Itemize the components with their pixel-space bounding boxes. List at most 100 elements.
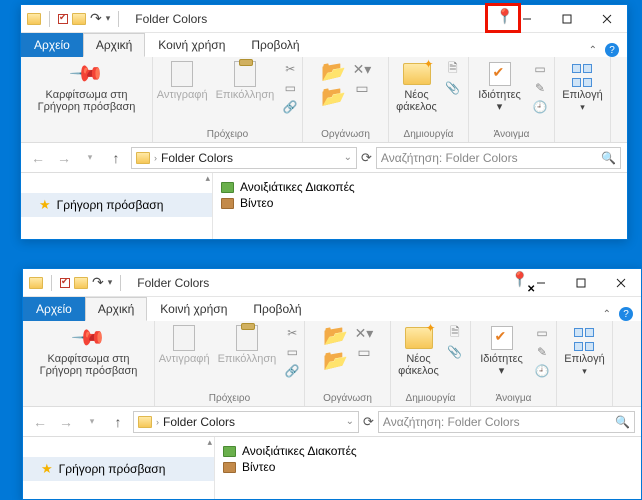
back-button[interactable]: ← — [29, 411, 51, 433]
copy-button[interactable]: Αντιγραφή — [157, 61, 208, 101]
file-list[interactable]: Ανοιξιάτικες Διακοπές Βίντεο — [213, 173, 627, 239]
star-icon: ★ — [39, 197, 51, 213]
pin-quickaccess-button[interactable]: 📌 Καρφίτσωμα στη Γρήγορη πρόσβαση — [38, 61, 136, 113]
pin-quickaccess-button[interactable]: 📌 Καρφίτσωμα στη Γρήγορη πρόσβαση — [40, 325, 138, 377]
address-bar[interactable]: › Folder Colors ⌄ — [131, 147, 357, 169]
easyaccess-icon[interactable]: 📎 — [445, 80, 461, 96]
copy-button[interactable]: Αντιγραφή — [159, 325, 210, 365]
back-button[interactable]: ← — [27, 147, 49, 169]
edit-icon[interactable]: ✎ — [534, 344, 550, 360]
properties-qat-icon[interactable] — [60, 278, 70, 288]
search-icon[interactable]: 🔍 — [615, 415, 630, 429]
paste-icon — [236, 325, 258, 351]
paste-button[interactable]: Επικόλληση — [216, 61, 275, 101]
tab-share[interactable]: Κοινή χρήση — [145, 33, 238, 57]
refresh-button[interactable]: ⟳ — [363, 414, 374, 430]
refresh-button[interactable]: ⟳ — [361, 150, 372, 166]
delete-icon[interactable]: ✕▾ — [354, 61, 370, 77]
copypath-icon[interactable]: ▭ — [284, 344, 300, 360]
copypath-icon[interactable]: ▭ — [282, 80, 298, 96]
list-item[interactable]: Ανοιξιάτικες Διακοπές — [221, 179, 619, 195]
undo-icon[interactable]: ↶ — [90, 10, 102, 27]
tab-view[interactable]: Προβολή — [240, 297, 314, 321]
breadcrumb[interactable]: Folder Colors — [163, 415, 235, 429]
address-bar[interactable]: › Folder Colors ⌄ — [133, 411, 359, 433]
newfolder-button[interactable]: Νέος φάκελος — [398, 325, 439, 377]
help-icon[interactable]: ? — [619, 307, 633, 321]
pasteshortcut-icon[interactable]: 🔗 — [284, 363, 300, 379]
qat-dropdown-icon[interactable]: ▾ — [108, 277, 113, 288]
undo-icon[interactable]: ↶ — [92, 274, 104, 291]
properties-button[interactable]: Ιδιότητες ▾ — [475, 61, 524, 113]
qat-dropdown-icon[interactable]: ▾ — [106, 13, 111, 24]
edit-icon[interactable]: ✎ — [532, 80, 548, 96]
copyto-button[interactable]: 📂 — [323, 350, 348, 372]
tab-file[interactable]: Αρχείο — [21, 33, 83, 57]
newfolder-qat-icon[interactable] — [74, 277, 88, 289]
newitem-icon[interactable]: 🗎 — [447, 325, 463, 341]
rename-icon[interactable]: ▭ — [354, 80, 370, 96]
group-new: Δημιουργία — [406, 393, 456, 404]
history-icon[interactable]: 🕘 — [534, 363, 550, 379]
close-button[interactable] — [601, 269, 641, 297]
tab-home[interactable]: Αρχική — [85, 297, 147, 321]
rename-icon[interactable]: ▭ — [356, 344, 372, 360]
newfolder-button[interactable]: Νέος φάκελος — [396, 61, 437, 113]
scroll-up-icon[interactable]: ▴ — [205, 173, 210, 184]
minimize-button[interactable] — [507, 5, 547, 33]
copyto-button[interactable]: 📂 — [321, 86, 346, 108]
chevron-right-icon[interactable]: › — [156, 417, 159, 427]
addr-dropdown-icon[interactable]: ⌄ — [346, 416, 354, 427]
tab-view[interactable]: Προβολή — [238, 33, 312, 57]
titlebar[interactable]: ↶ ▾ Folder Colors 📍✕ — [23, 269, 641, 297]
recent-dropdown[interactable]: ▾ — [79, 147, 101, 169]
minimize-button[interactable] — [521, 269, 561, 297]
search-icon[interactable]: 🔍 — [601, 151, 616, 165]
folder-icon — [29, 277, 43, 289]
maximize-button[interactable] — [561, 269, 601, 297]
properties-button[interactable]: Ιδιότητες ▾ — [477, 325, 526, 377]
newitem-icon[interactable]: 🗎 — [445, 61, 461, 77]
file-list[interactable]: Ανοιξιάτικες Διακοπές Βίντεο — [215, 437, 641, 499]
maximize-button[interactable] — [547, 5, 587, 33]
select-button[interactable]: Επιλογή▾ — [564, 325, 604, 377]
collapse-ribbon-icon[interactable]: ⌃ — [603, 309, 611, 320]
help-icon[interactable]: ? — [605, 43, 619, 57]
select-button[interactable]: Επιλογή▾ — [562, 61, 602, 113]
cut-icon[interactable]: ✂ — [284, 325, 300, 341]
search-input[interactable]: Αναζήτηση: Folder Colors 🔍 — [376, 147, 621, 169]
list-item[interactable]: Βίντεο — [223, 459, 633, 475]
up-button[interactable]: ↑ — [105, 147, 127, 169]
open-icon[interactable]: ▭ — [532, 61, 548, 77]
sidebar-item-quickaccess[interactable]: ★ Γρήγορη πρόσβαση — [23, 457, 214, 481]
moveto-button[interactable]: 📂 — [321, 61, 346, 83]
recent-dropdown[interactable]: ▾ — [81, 411, 103, 433]
up-button[interactable]: ↑ — [107, 411, 129, 433]
breadcrumb[interactable]: Folder Colors — [161, 151, 233, 165]
forward-button[interactable]: → — [53, 147, 75, 169]
history-icon[interactable]: 🕘 — [532, 99, 548, 115]
open-icon[interactable]: ▭ — [534, 325, 550, 341]
tab-share[interactable]: Κοινή χρήση — [147, 297, 240, 321]
moveto-button[interactable]: 📂 — [323, 325, 348, 347]
chevron-right-icon[interactable]: › — [154, 153, 157, 163]
paste-button[interactable]: Επικόλληση — [218, 325, 277, 365]
search-input[interactable]: Αναζήτηση: Folder Colors 🔍 — [378, 411, 635, 433]
list-item[interactable]: Ανοιξιάτικες Διακοπές — [223, 443, 633, 459]
newfolder-qat-icon[interactable] — [72, 13, 86, 25]
collapse-ribbon-icon[interactable]: ⌃ — [589, 45, 597, 56]
tab-home[interactable]: Αρχική — [83, 33, 145, 57]
cut-icon[interactable]: ✂ — [282, 61, 298, 77]
delete-icon[interactable]: ✕▾ — [356, 325, 372, 341]
properties-qat-icon[interactable] — [58, 14, 68, 24]
list-item[interactable]: Βίντεο — [221, 195, 619, 211]
close-button[interactable] — [587, 5, 627, 33]
addr-dropdown-icon[interactable]: ⌄ — [344, 152, 352, 163]
scroll-up-icon[interactable]: ▴ — [207, 437, 212, 448]
easyaccess-icon[interactable]: 📎 — [447, 344, 463, 360]
titlebar[interactable]: ↶ ▾ Folder Colors 📍 — [21, 5, 627, 33]
sidebar-item-quickaccess[interactable]: ★ Γρήγορη πρόσβαση — [21, 193, 212, 217]
forward-button[interactable]: → — [55, 411, 77, 433]
tab-file[interactable]: Αρχείο — [23, 297, 85, 321]
pasteshortcut-icon[interactable]: 🔗 — [282, 99, 298, 115]
